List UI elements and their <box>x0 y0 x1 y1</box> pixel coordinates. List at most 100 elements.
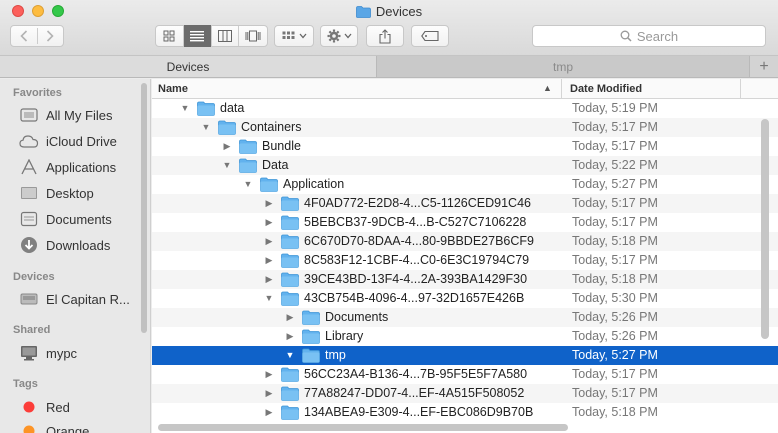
folder-icon <box>281 405 299 420</box>
row-date-modified: Today, 5:18 PM <box>572 405 658 419</box>
sidebar-header-devices: Devices <box>13 271 55 283</box>
disk-icon <box>18 290 40 308</box>
sidebar-item-el-capitan[interactable]: El Capitan R... <box>18 288 130 310</box>
sort-ascending-icon: ▲ <box>543 83 552 93</box>
folder-icon <box>260 177 278 192</box>
new-tab-button[interactable]: + <box>749 56 778 77</box>
window-toolbar: Devices Search <box>0 0 778 56</box>
disclosure-expanded-icon[interactable]: ▼ <box>264 293 274 303</box>
table-row[interactable]: ▶ 5BEBCB37-9DCB-4...B-C527C7106228 Today, … <box>152 213 778 232</box>
row-date-modified: Today, 5:17 PM <box>572 367 658 381</box>
table-row[interactable]: ▼ tmp Today, 5:27 PM <box>152 346 778 365</box>
sidebar-item-downloads[interactable]: Downloads <box>18 234 110 256</box>
table-row[interactable]: ▶ 6C670D70-8DAA-4...80-9BBDE27B6CF9 Today,… <box>152 232 778 251</box>
horizontal-scrollbar[interactable] <box>158 424 568 431</box>
action-button[interactable] <box>320 25 358 47</box>
sidebar-item-desktop[interactable]: Desktop <box>18 182 94 204</box>
table-row[interactable]: ▶ 134ABEA9-E309-4...EF-EBC086D9B70B Today,… <box>152 403 778 422</box>
row-date-modified: Today, 5:17 PM <box>572 120 658 134</box>
sidebar-item-mypc[interactable]: mypc <box>18 342 77 364</box>
row-date-modified: Today, 5:26 PM <box>572 310 658 324</box>
disclosure-expanded-icon[interactable]: ▼ <box>180 103 190 113</box>
icloud-icon <box>18 132 40 150</box>
table-row[interactable]: ▶ 8C583F12-1CBF-4...C0-6E3C19794C79 Today,… <box>152 251 778 270</box>
sidebar-scrollbar[interactable] <box>141 83 147 333</box>
search-icon <box>620 30 632 42</box>
row-date-modified: Today, 5:18 PM <box>572 234 658 248</box>
list-view-button[interactable] <box>183 24 212 47</box>
row-name: 6C670D70-8DAA-4...80-9BBDE27B6CF9 <box>304 234 534 248</box>
file-rows: ▼ data Today, 5:19 PM ▼ Containers Today, 5:1… <box>152 99 778 422</box>
disclosure-expanded-icon[interactable]: ▼ <box>222 160 232 170</box>
disclosure-collapsed-icon[interactable]: ▶ <box>264 407 274 417</box>
folder-icon <box>281 196 299 211</box>
disclosure-expanded-icon[interactable]: ▼ <box>285 350 295 360</box>
row-name: Library <box>325 329 364 343</box>
table-row[interactable]: ▶ 56CC23A4-B136-4...7B-95F5E5F7A580 Today,… <box>152 365 778 384</box>
vertical-scrollbar[interactable] <box>761 119 769 339</box>
back-forward-group <box>10 25 64 47</box>
search-field[interactable]: Search <box>532 25 766 47</box>
icon-view-button[interactable] <box>156 26 184 46</box>
sidebar-item-documents[interactable]: Documents <box>18 208 112 230</box>
disclosure-collapsed-icon[interactable]: ▶ <box>285 331 295 341</box>
table-row[interactable]: ▼ Containers Today, 5:17 PM <box>152 118 778 137</box>
table-row[interactable]: ▼ Data Today, 5:22 PM <box>152 156 778 175</box>
edit-tags-button[interactable] <box>411 25 449 47</box>
row-name: 56CC23A4-B136-4...7B-95F5E5F7A580 <box>304 367 528 381</box>
column-header-name[interactable]: Name <box>158 83 188 95</box>
disclosure-collapsed-icon[interactable]: ▶ <box>264 388 274 398</box>
table-row[interactable]: ▼ data Today, 5:19 PM <box>152 99 778 118</box>
chevron-down-icon <box>344 33 351 39</box>
back-button[interactable] <box>11 26 37 46</box>
sidebar-item-all-my-files[interactable]: All My Files <box>18 104 112 126</box>
disclosure-collapsed-icon[interactable]: ▶ <box>264 236 274 246</box>
row-name: 77A88247-DD07-4...EF-4A515F508052 <box>304 386 525 400</box>
tab-devices[interactable]: Devices <box>0 56 377 77</box>
table-row[interactable]: ▶ 4F0AD772-E2D8-4...C5-1126CED91C46 Today,… <box>152 194 778 213</box>
disclosure-collapsed-icon[interactable]: ▶ <box>264 255 274 265</box>
tag-icon <box>421 31 439 41</box>
disclosure-collapsed-icon[interactable]: ▶ <box>264 274 274 284</box>
row-name: Application <box>283 177 345 191</box>
row-name: Data <box>262 158 289 172</box>
folder-icon <box>355 6 371 18</box>
disclosure-collapsed-icon[interactable]: ▶ <box>285 312 295 322</box>
disclosure-expanded-icon[interactable]: ▼ <box>201 122 211 132</box>
cover-flow-view-button[interactable] <box>239 26 267 46</box>
tag-red-icon <box>18 398 40 416</box>
table-row[interactable]: ▶ 39CE43BD-13F4-4...2A-393BA1429F30 Today,… <box>152 270 778 289</box>
folder-icon <box>302 310 320 325</box>
gear-icon <box>327 29 340 43</box>
window-title: Devices <box>375 4 423 19</box>
sidebar-item-applications[interactable]: Applications <box>18 156 116 178</box>
table-row[interactable]: ▶ Documents Today, 5:26 PM <box>152 308 778 327</box>
arrange-button[interactable] <box>274 25 314 47</box>
column-view-button[interactable] <box>212 26 240 46</box>
row-date-modified: Today, 5:27 PM <box>572 177 658 191</box>
disclosure-collapsed-icon[interactable]: ▶ <box>264 369 274 379</box>
sidebar-item-icloud-drive[interactable]: iCloud Drive <box>18 130 117 152</box>
table-row[interactable]: ▼ 43CB754B-4096-4...97-32D1657E426B Today,… <box>152 289 778 308</box>
folder-icon <box>302 329 320 344</box>
forward-button[interactable] <box>37 26 63 46</box>
disclosure-collapsed-icon[interactable]: ▶ <box>264 198 274 208</box>
share-button[interactable] <box>366 25 404 47</box>
disclosure-collapsed-icon[interactable]: ▶ <box>222 141 232 151</box>
table-row[interactable]: ▶ Library Today, 5:26 PM <box>152 327 778 346</box>
tab-tmp[interactable]: tmp <box>377 56 749 77</box>
disclosure-collapsed-icon[interactable]: ▶ <box>264 217 274 227</box>
chevron-right-icon <box>46 30 54 42</box>
file-list: Name ▲ Date Modified ▼ data Today, 5:19 PM… <box>152 79 778 433</box>
table-row[interactable]: ▼ Application Today, 5:27 PM <box>152 175 778 194</box>
disclosure-expanded-icon[interactable]: ▼ <box>243 179 253 189</box>
column-header-date-modified[interactable]: Date Modified <box>570 83 642 95</box>
sidebar-item-tag-red[interactable]: Red <box>18 396 70 418</box>
table-row[interactable]: ▶ 77A88247-DD07-4...EF-4A515F508052 Today,… <box>152 384 778 403</box>
folder-icon <box>281 215 299 230</box>
folder-icon <box>281 291 299 306</box>
table-row[interactable]: ▶ Bundle Today, 5:17 PM <box>152 137 778 156</box>
sidebar-item-tag-orange[interactable]: Orange <box>18 420 89 433</box>
folder-icon <box>197 101 215 116</box>
search-placeholder: Search <box>636 28 679 44</box>
